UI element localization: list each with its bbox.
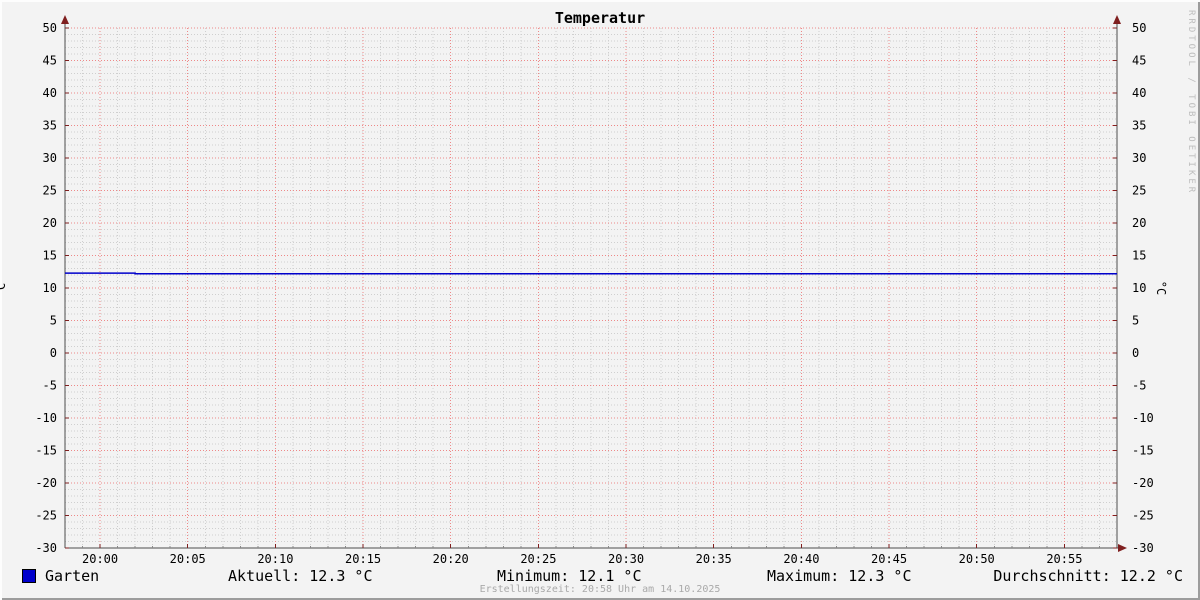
y-tick-label-right: 25 <box>1132 184 1146 198</box>
plot-area: -30 -30 -25 -25 -20 -20 -15 -15 -10 -10 -5 -5 0 0 5 5 10… <box>35 15 1154 566</box>
y-tick-label-right: -20 <box>1132 476 1154 490</box>
x-tick-label: 20:45 <box>871 552 907 566</box>
y-tick-label-right: 45 <box>1132 54 1146 68</box>
rrdtool-temperature-graph: Temperatur -30 -30 -25 -25 -20 -20 -15 -15 -10 -1… <box>0 0 1200 600</box>
x-tick-label: 20:25 <box>520 552 556 566</box>
x-tick-label: 20:20 <box>433 552 469 566</box>
y-tick-label-right: -30 <box>1132 541 1154 555</box>
y-tick-label-left: -30 <box>35 541 57 555</box>
y-tick-label-left: -5 <box>43 379 57 393</box>
y-tick-label-left: 30 <box>43 151 57 165</box>
y-tick-label-left: -10 <box>35 411 57 425</box>
x-tick-label: 20:30 <box>608 552 644 566</box>
y-tick-label-left: 25 <box>43 184 57 198</box>
x-tick-label: 20:35 <box>696 552 732 566</box>
y-tick-label-right: 20 <box>1132 216 1146 230</box>
legend-series-label: Garten <box>45 567 100 585</box>
y-tick-label-left: 5 <box>50 314 57 328</box>
legend-color-swatch <box>22 569 36 583</box>
y-axis-unit-right: °C <box>1154 280 1169 296</box>
y-tick-label-right: -15 <box>1132 444 1154 458</box>
y-tick-label-right: 35 <box>1132 119 1146 133</box>
x-tick-label: 20:50 <box>959 552 995 566</box>
x-tick-label: 20:15 <box>345 552 381 566</box>
y-tick-label-left: -25 <box>35 509 57 523</box>
y-tick-label-left: 10 <box>43 281 57 295</box>
x-tick-label: 20:05 <box>170 552 206 566</box>
y-tick-label-left: -15 <box>35 444 57 458</box>
y-tick-label-left: 45 <box>43 54 57 68</box>
stat-current: Aktuell: 12.3 °C <box>228 567 373 585</box>
y-tick-label-left: 20 <box>43 216 57 230</box>
y-tick-label-left: 50 <box>43 21 57 35</box>
y-tick-label-right: -5 <box>1132 379 1146 393</box>
y-tick-label-right: 10 <box>1132 281 1146 295</box>
y-tick-label-left: 0 <box>50 346 57 360</box>
y-tick-label-right: 0 <box>1132 346 1139 360</box>
y-tick-label-right: 30 <box>1132 151 1146 165</box>
y-tick-label-right: 5 <box>1132 314 1139 328</box>
y-tick-label-right: 50 <box>1132 21 1146 35</box>
y-tick-label-left: 35 <box>43 119 57 133</box>
stat-average: Durchschnitt: 12.2 °C <box>993 567 1183 585</box>
rrdtool-watermark: RRDTOOL / TOBI OETIKER <box>1186 10 1196 196</box>
y-tick-label-right: 15 <box>1132 249 1146 263</box>
series-line-garten <box>65 272 1117 275</box>
y-tick-label-left: -20 <box>35 476 57 490</box>
y-tick-label-left: 40 <box>43 86 57 100</box>
legend-and-stats-row: Garten Aktuell: 12.3 °C Minimum: 12.1 °C… <box>0 566 1200 585</box>
x-tick-label: 20:10 <box>257 552 293 566</box>
y-tick-label-right: -25 <box>1132 509 1154 523</box>
x-tick-label: 20:00 <box>82 552 118 566</box>
stat-maximum: Maximum: 12.3 °C <box>767 567 912 585</box>
x-tick-label: 20:40 <box>783 552 819 566</box>
y-axis-unit-left: °C <box>0 282 9 298</box>
y-tick-label-right: -10 <box>1132 411 1154 425</box>
stat-minimum: Minimum: 12.1 °C <box>497 567 642 585</box>
y-tick-label-right: 40 <box>1132 86 1146 100</box>
creation-time-note: Erstellungszeit: 20:58 Uhr am 14.10.2025 <box>479 584 721 595</box>
x-tick-label: 20:55 <box>1046 552 1082 566</box>
y-tick-label-left: 15 <box>43 249 57 263</box>
